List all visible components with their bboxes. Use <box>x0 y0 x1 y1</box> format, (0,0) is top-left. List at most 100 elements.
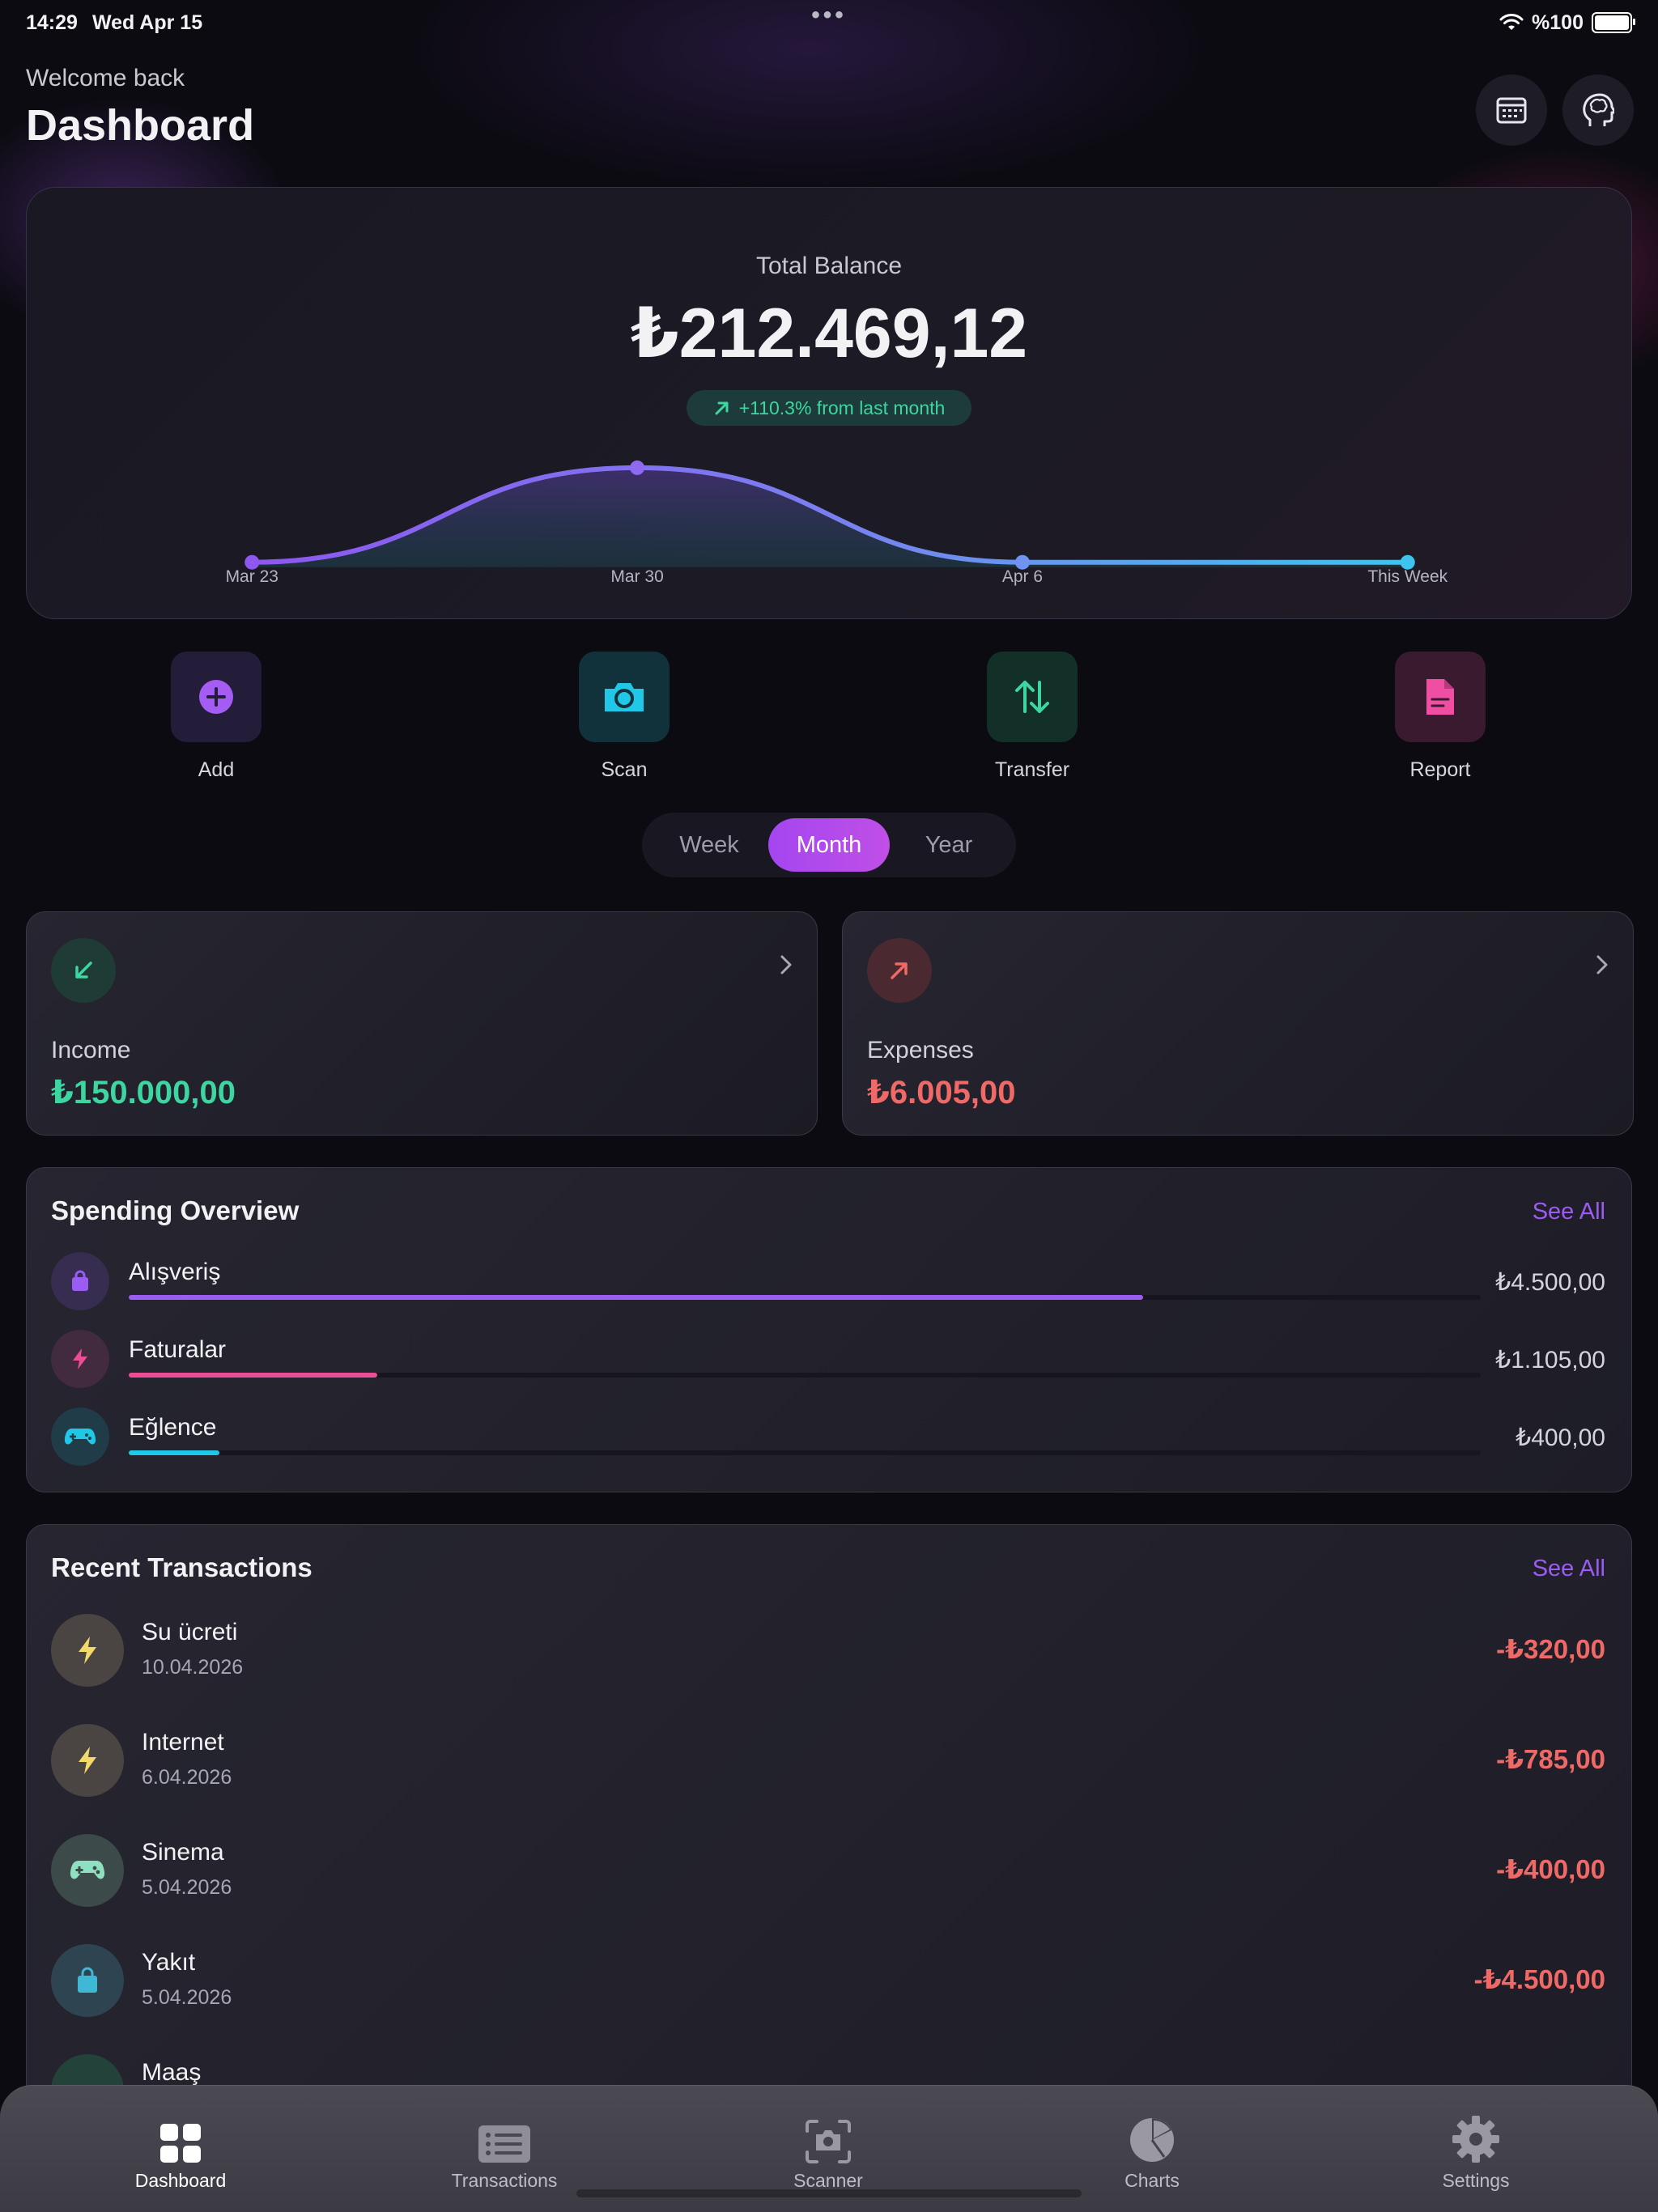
bolt-icon <box>51 1330 109 1388</box>
shopping-bag-icon <box>51 1944 124 2017</box>
income-label: Income <box>51 1037 131 1064</box>
expenses-icon-circle <box>867 938 932 1003</box>
period-year[interactable]: Year <box>890 818 1008 872</box>
tab-label: Scanner <box>793 2170 863 2191</box>
quick-action-scan[interactable]: Scan <box>563 652 685 782</box>
gamepad-icon <box>51 1834 124 1907</box>
transaction-amount: -₺785,00 <box>1496 1744 1605 1774</box>
chart-point[interactable] <box>630 460 645 475</box>
tab-label: Charts <box>1124 2170 1180 2191</box>
calendar-button[interactable] <box>1476 74 1547 146</box>
quick-action-label: Add <box>198 758 235 781</box>
recent-transactions-title: Recent Transactions <box>51 1552 312 1582</box>
quick-action-label: Scan <box>601 758 648 781</box>
spending-progress-track <box>129 1450 1481 1455</box>
spending-progress-fill <box>129 1373 378 1378</box>
income-card[interactable]: Income ₺150.000,00 <box>26 911 818 1136</box>
transaction-name: Su ücreti <box>142 1619 238 1645</box>
tab-label: Settings <box>1442 2170 1510 2191</box>
tab-label: Transactions <box>451 2170 558 2191</box>
spending-category-name: Faturalar <box>129 1336 227 1363</box>
transaction-amount: -₺4.500,00 <box>1473 1964 1605 1994</box>
transactions-see-all-link[interactable]: See All <box>1533 1556 1605 1582</box>
calendar-icon <box>1496 97 1527 124</box>
tab-dashboard[interactable]: Dashboard <box>75 2115 286 2192</box>
spending-row-shopping[interactable]: Alışveriş ₺4.500,00 <box>51 1252 1605 1312</box>
status-time: 14:29 <box>26 11 78 34</box>
expenses-value: ₺6.005,00 <box>867 1075 1016 1110</box>
transaction-amount: -₺400,00 <box>1496 1854 1605 1884</box>
spending-category-name: Eğlence <box>129 1414 217 1441</box>
expenses-label: Expenses <box>867 1037 974 1064</box>
income-value: ₺150.000,00 <box>51 1075 236 1110</box>
wifi-icon <box>1499 14 1524 30</box>
transaction-date: 10.04.2026 <box>142 1656 244 1679</box>
arrows-up-down-icon <box>1015 681 1049 713</box>
scan-icon-box <box>579 652 670 742</box>
brain-head-icon <box>1583 93 1614 126</box>
transaction-row[interactable]: Internet 6.04.2026 -₺785,00 <box>51 1724 1605 1797</box>
welcome-text: Welcome back <box>26 65 185 91</box>
spending-overview-title: Spending Overview <box>51 1195 300 1225</box>
ai-assistant-button[interactable] <box>1562 74 1634 146</box>
quick-action-add[interactable]: Add <box>155 652 277 782</box>
tab-settings[interactable]: Settings <box>1371 2115 1581 2192</box>
transaction-row[interactable]: Yakıt 5.04.2026 -₺4.500,00 <box>51 1944 1605 2017</box>
period-month[interactable]: Month <box>768 818 890 872</box>
spending-category-amount: ₺1.105,00 <box>1495 1347 1605 1373</box>
transaction-amount: -₺320,00 <box>1496 1634 1605 1664</box>
quick-action-transfer[interactable]: Transfer <box>971 652 1093 782</box>
camera-scan-icon <box>806 2120 851 2163</box>
transaction-row[interactable]: Su ücreti 10.04.2026 -₺320,00 <box>51 1614 1605 1687</box>
spending-row-bills[interactable]: Faturalar ₺1.105,00 <box>51 1330 1605 1390</box>
pie-chart-icon <box>1130 2118 1174 2162</box>
transaction-name: Yakıt <box>142 1949 196 1976</box>
multitasking-dots-icon[interactable]: ••• <box>811 2 847 29</box>
quick-action-label: Report <box>1409 758 1471 781</box>
transaction-date: 6.04.2026 <box>142 1766 232 1789</box>
tab-charts[interactable]: Charts <box>1047 2115 1257 2192</box>
transfer-icon-box <box>987 652 1078 742</box>
chart-x-tick-label: This Week <box>1367 567 1448 586</box>
chevron-right-icon <box>1596 955 1608 974</box>
bolt-icon <box>51 1724 124 1797</box>
arrow-down-left-icon <box>75 962 92 979</box>
home-indicator[interactable] <box>576 2189 1082 2197</box>
period-week[interactable]: Week <box>650 818 768 872</box>
spending-category-amount: ₺4.500,00 <box>1495 1269 1605 1296</box>
status-date: Wed Apr 15 <box>91 11 203 34</box>
quick-action-report[interactable]: Report <box>1380 652 1501 782</box>
tab-label: Dashboard <box>134 2170 227 2191</box>
spending-progress-track <box>129 1373 1481 1378</box>
spending-see-all-link[interactable]: See All <box>1533 1199 1605 1225</box>
spending-progress-track <box>129 1295 1481 1300</box>
tab-scanner[interactable]: Scanner <box>723 2115 933 2192</box>
spending-row-entertainment[interactable]: Eğlence ₺400,00 <box>51 1407 1605 1467</box>
chart-x-tick-label: Apr 6 <box>1002 567 1043 586</box>
transaction-row[interactable]: Sinema 5.04.2026 -₺400,00 <box>51 1834 1605 1907</box>
transaction-name: Internet <box>142 1729 224 1756</box>
chevron-right-icon <box>780 955 792 974</box>
grid-icon <box>160 2124 201 2163</box>
bolt-icon <box>51 1614 124 1687</box>
arrow-up-right-icon <box>891 962 908 979</box>
transaction-date: 5.04.2026 <box>142 1986 232 2009</box>
balance-trend-chart: Mar 23 Mar 30 Apr 6 This Week <box>226 460 1448 586</box>
spending-overview-panel: Spending Overview See All Alışveriş ₺4.5… <box>26 1167 1632 1492</box>
list-icon <box>478 2125 530 2163</box>
spending-category-name: Alışveriş <box>129 1259 221 1285</box>
battery-percent: %100 <box>1532 11 1584 34</box>
report-icon-box <box>1395 652 1486 742</box>
gamepad-icon <box>51 1407 109 1466</box>
camera-icon <box>605 683 644 711</box>
spending-progress-fill <box>129 1295 1143 1300</box>
transaction-date: 5.04.2026 <box>142 1876 232 1899</box>
spending-category-amount: ₺400,00 <box>1516 1424 1605 1451</box>
tab-transactions[interactable]: Transactions <box>399 2115 610 2192</box>
shopping-bag-icon <box>51 1252 109 1310</box>
document-icon <box>1426 679 1454 715</box>
expenses-card[interactable]: Expenses ₺6.005,00 <box>842 911 1634 1136</box>
recent-transactions-panel: Recent Transactions See All Su ücreti 10… <box>26 1524 1632 2141</box>
transaction-name: Maaş <box>142 2059 202 2086</box>
income-icon-circle <box>51 938 116 1003</box>
